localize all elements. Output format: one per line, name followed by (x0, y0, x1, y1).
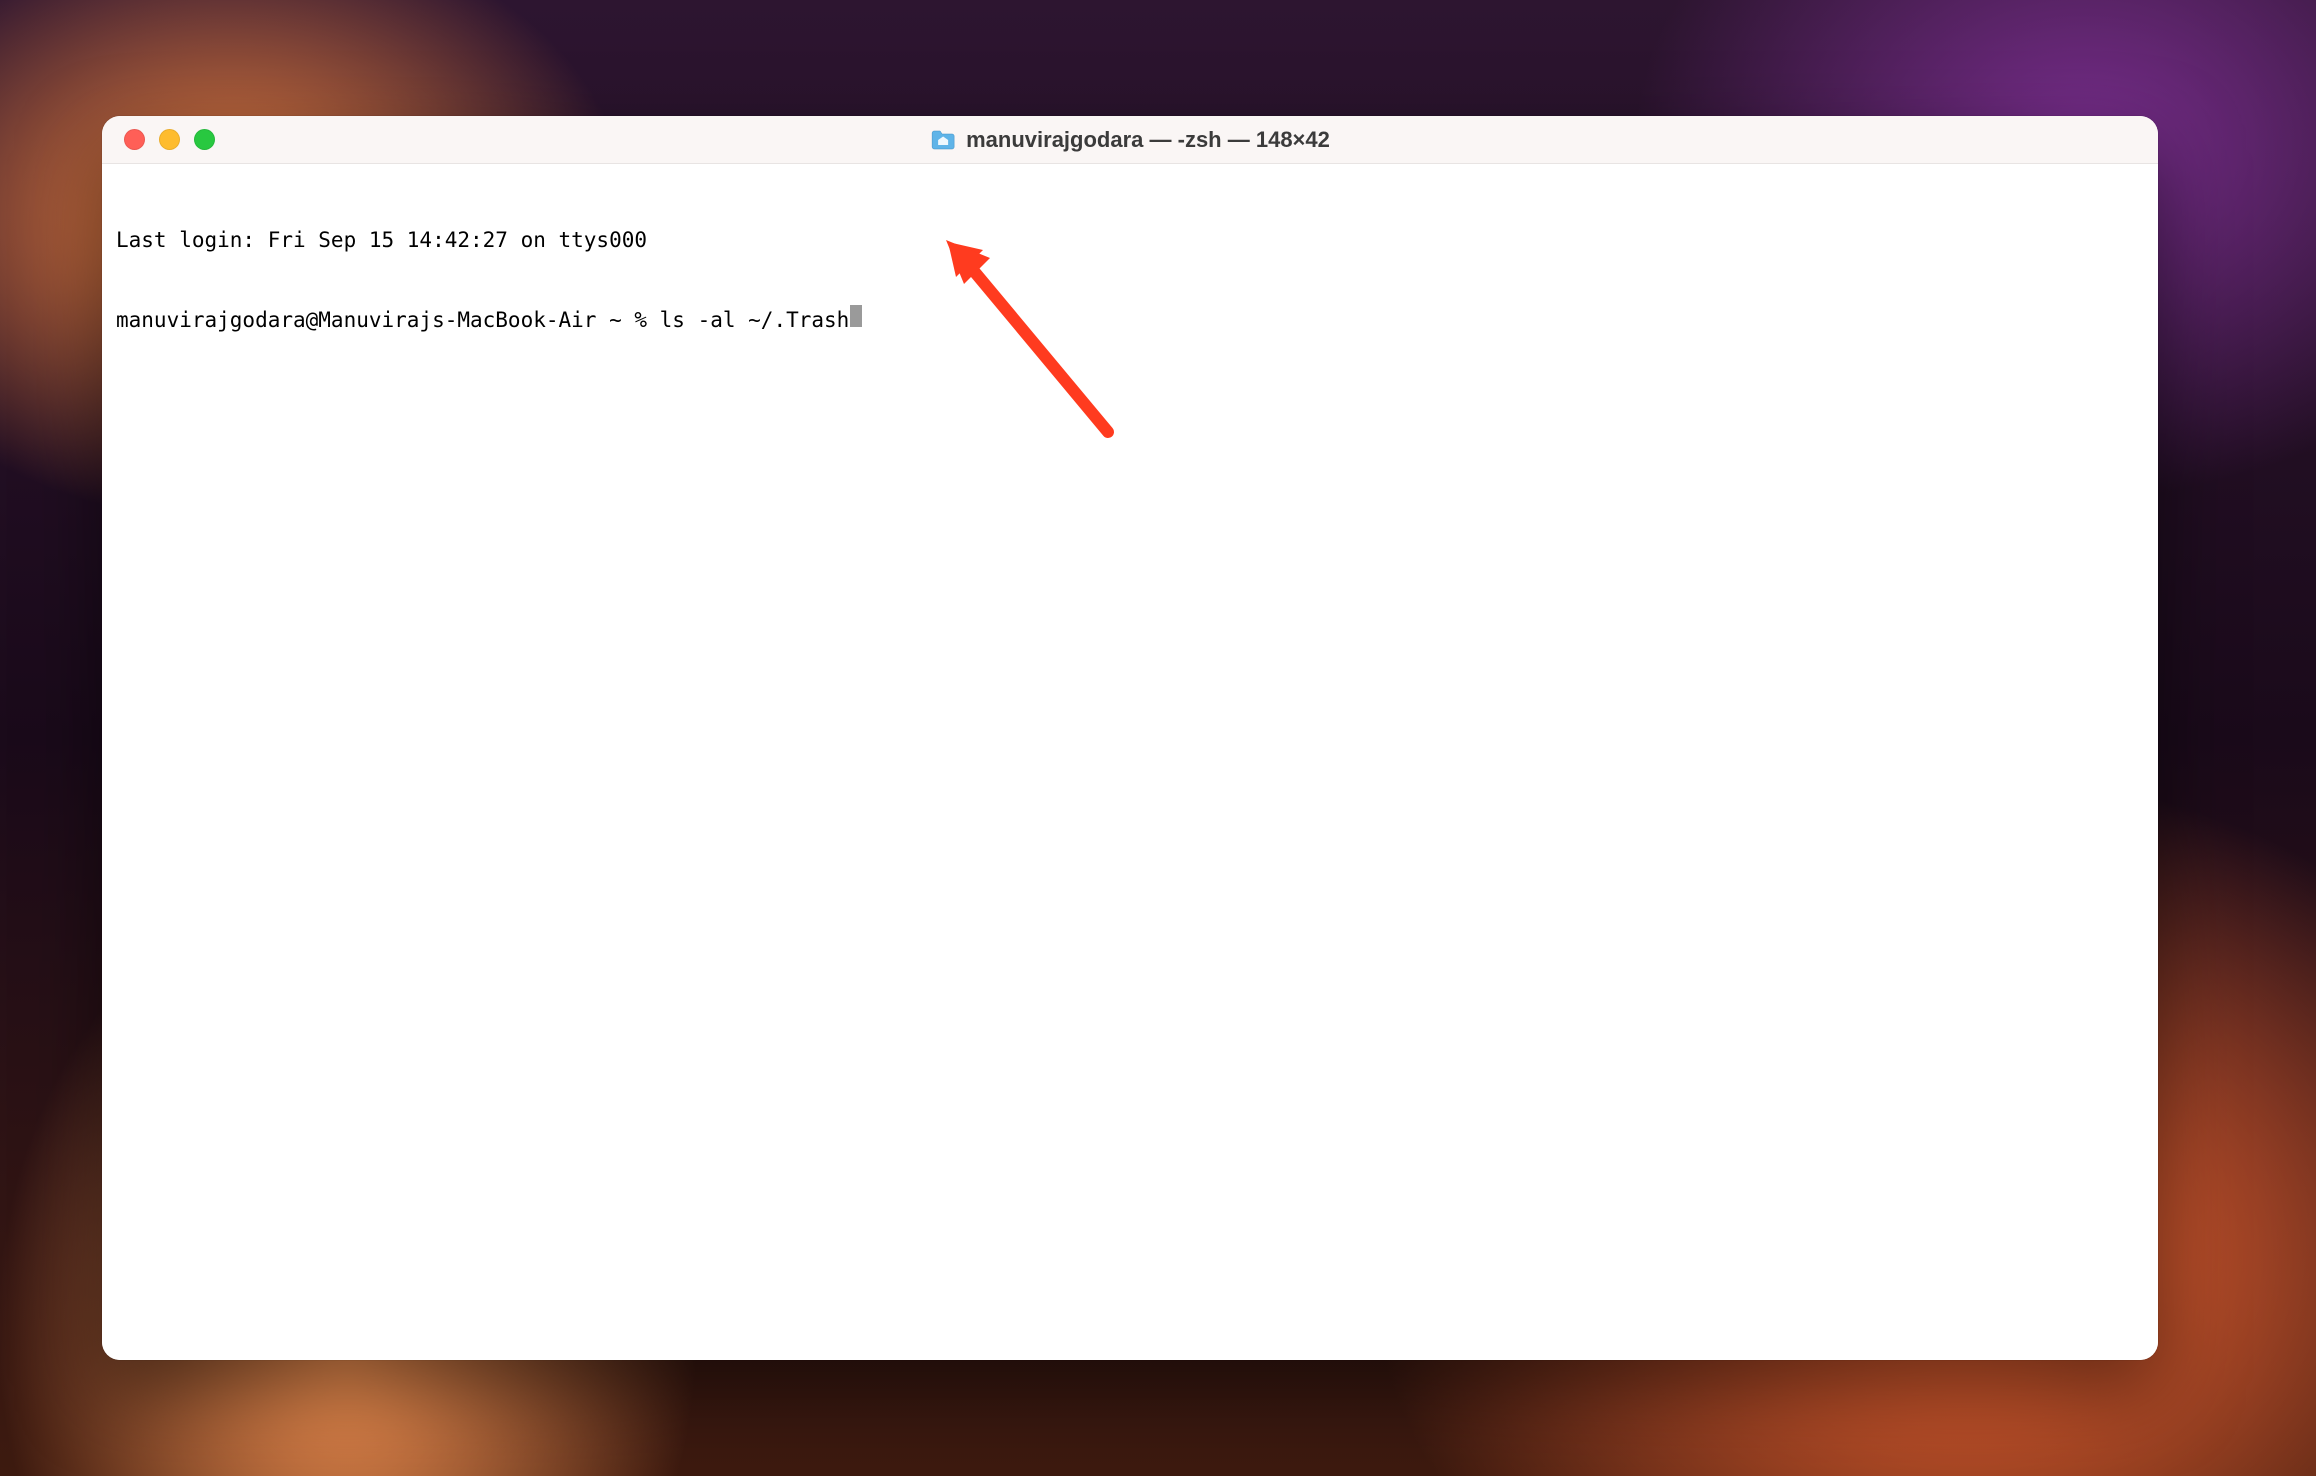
window-title: manuvirajgodara — -zsh — 148×42 (930, 127, 1330, 153)
last-login-text: Last login: Fri Sep 15 14:42:27 on ttys0… (116, 227, 2144, 253)
window-titlebar[interactable]: manuvirajgodara — -zsh — 148×42 (102, 116, 2158, 164)
window-title-text: manuvirajgodara — -zsh — 148×42 (966, 127, 1330, 153)
close-button[interactable] (124, 129, 145, 150)
command-input-text: ls -al ~/.Trash (660, 307, 850, 333)
terminal-window[interactable]: manuvirajgodara — -zsh — 148×42 Last log… (102, 116, 2158, 1360)
terminal-cursor (850, 305, 862, 327)
home-folder-icon (930, 129, 956, 151)
window-controls (102, 129, 215, 150)
prompt-line[interactable]: manuvirajgodara@Manuvirajs-MacBook-Air ~… (116, 305, 2144, 333)
minimize-button[interactable] (159, 129, 180, 150)
terminal-content[interactable]: Last login: Fri Sep 15 14:42:27 on ttys0… (102, 164, 2158, 1360)
maximize-button[interactable] (194, 129, 215, 150)
shell-prompt: manuvirajgodara@Manuvirajs-MacBook-Air ~… (116, 307, 660, 333)
